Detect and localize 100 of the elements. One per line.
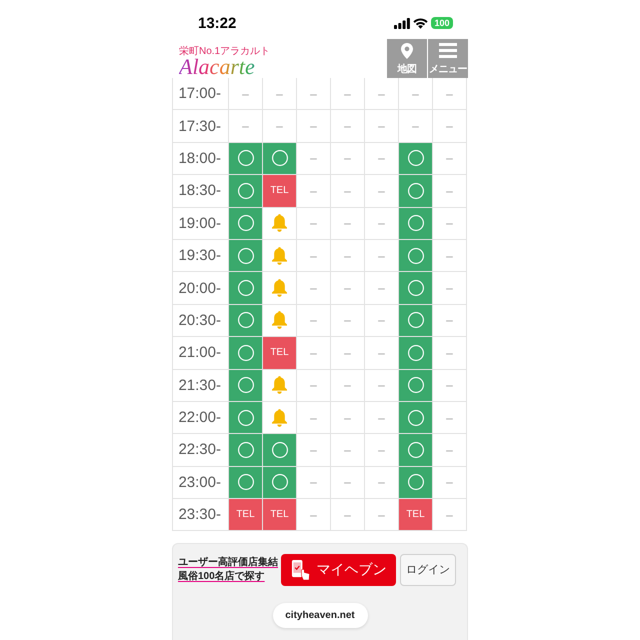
available-slot-cell[interactable] — [229, 272, 263, 305]
available-slot-cell[interactable] — [263, 434, 297, 467]
available-slot-cell[interactable] — [399, 142, 433, 176]
circle-icon — [408, 410, 424, 426]
signal-icon — [394, 18, 410, 28]
empty-slot-cell: – — [297, 434, 331, 467]
empty-slot-cell: – — [365, 370, 399, 402]
empty-slot-cell: – — [331, 272, 365, 305]
available-slot-cell[interactable] — [229, 208, 263, 240]
search-link[interactable]: 風俗100名店で探す — [178, 571, 278, 582]
circle-icon — [408, 377, 424, 394]
tel-slot-cell[interactable]: TEL — [263, 175, 297, 208]
empty-slot-cell: – — [297, 240, 331, 272]
bell-icon[interactable] — [272, 214, 287, 232]
menu-icon — [439, 43, 457, 58]
bell-icon[interactable] — [272, 408, 287, 427]
map-pin-icon — [401, 43, 413, 59]
bell-icon[interactable] — [272, 376, 287, 394]
circle-icon — [272, 442, 288, 458]
bell-icon[interactable] — [272, 311, 287, 330]
tel-slot-cell[interactable]: TEL — [229, 499, 263, 532]
available-slot-cell[interactable] — [229, 304, 263, 338]
login-button[interactable]: ログイン — [400, 554, 456, 586]
empty-slot-cell: – — [297, 110, 331, 143]
empty-slot-cell: – — [433, 240, 467, 272]
circle-icon — [238, 344, 254, 361]
empty-slot-cell: – — [433, 142, 467, 176]
search-link[interactable]: ユーザー高評価店集結 — [178, 557, 278, 568]
empty-slot-cell: – — [331, 240, 365, 272]
circle-icon — [408, 312, 424, 328]
tel-slot-cell[interactable]: TEL — [399, 499, 433, 532]
empty-slot-cell: – — [365, 175, 399, 208]
empty-slot-cell: – — [297, 78, 331, 110]
empty-slot-cell: – — [365, 78, 399, 110]
available-slot-cell[interactable] — [399, 370, 433, 402]
circle-icon — [408, 150, 424, 166]
empty-slot-cell: – — [433, 499, 467, 532]
tel-slot-cell[interactable]: TEL — [263, 337, 297, 370]
empty-slot-cell: – — [365, 434, 399, 467]
available-slot-cell[interactable] — [229, 370, 263, 402]
available-slot-cell[interactable] — [399, 208, 433, 240]
tel-slot-cell[interactable]: TEL — [263, 499, 297, 532]
circle-icon — [238, 377, 254, 394]
empty-slot-cell: – — [297, 466, 331, 500]
empty-slot-cell: – — [297, 402, 331, 434]
domain-pill[interactable]: cityheaven.net — [272, 602, 368, 628]
bell-icon[interactable] — [272, 279, 287, 298]
empty-slot-cell: – — [297, 370, 331, 402]
empty-slot-cell: – — [433, 78, 467, 110]
empty-slot-cell: – — [229, 78, 263, 110]
available-slot-cell[interactable] — [229, 337, 263, 370]
empty-slot-cell: – — [331, 402, 365, 434]
circle-icon — [408, 344, 424, 361]
available-slot-cell[interactable] — [399, 466, 433, 500]
available-slot-cell[interactable] — [399, 402, 433, 434]
circle-icon — [238, 410, 254, 426]
circle-icon — [238, 474, 254, 490]
available-slot-cell[interactable] — [399, 240, 433, 272]
empty-slot-cell: – — [433, 370, 467, 402]
empty-slot-cell: – — [331, 304, 365, 338]
empty-slot-cell: – — [433, 208, 467, 240]
empty-slot-cell: – — [331, 499, 365, 532]
circle-icon — [408, 474, 424, 490]
wifi-icon — [413, 18, 428, 28]
available-slot-cell[interactable] — [399, 434, 433, 467]
available-slot-cell[interactable] — [399, 304, 433, 338]
empty-slot-cell: – — [433, 304, 467, 338]
available-slot-cell[interactable] — [263, 142, 297, 176]
map-button[interactable]: 地図 — [387, 39, 427, 78]
available-slot-cell[interactable] — [229, 434, 263, 467]
myheaven-button[interactable]: マイヘブン — [281, 554, 396, 586]
smartphone-icon — [290, 558, 310, 581]
empty-slot-cell: – — [297, 337, 331, 370]
circle-icon — [238, 215, 254, 232]
available-slot-cell[interactable] — [263, 466, 297, 500]
empty-slot-cell: – — [365, 337, 399, 370]
available-slot-cell[interactable] — [229, 466, 263, 500]
empty-slot-cell: – — [229, 110, 263, 143]
available-slot-cell[interactable] — [399, 175, 433, 208]
empty-slot-cell: – — [433, 337, 467, 370]
available-slot-cell[interactable] — [229, 142, 263, 176]
empty-slot-cell: – — [433, 272, 467, 305]
status-time: 13:22 — [198, 16, 236, 30]
empty-slot-cell: – — [331, 78, 365, 110]
empty-slot-cell: – — [399, 78, 433, 110]
empty-slot-cell: – — [365, 304, 399, 338]
available-slot-cell[interactable] — [229, 175, 263, 208]
bell-icon[interactable] — [272, 246, 287, 265]
available-slot-cell[interactable] — [399, 272, 433, 305]
empty-slot-cell: – — [433, 466, 467, 500]
empty-slot-cell: – — [331, 142, 365, 176]
empty-slot-cell: – — [365, 499, 399, 532]
empty-slot-cell: – — [331, 337, 365, 370]
empty-slot-cell: – — [331, 434, 365, 467]
available-slot-cell[interactable] — [399, 337, 433, 370]
available-slot-cell[interactable] — [229, 402, 263, 434]
available-slot-cell[interactable] — [229, 240, 263, 272]
empty-slot-cell: – — [263, 78, 297, 110]
menu-button[interactable]: メニュー — [428, 39, 468, 78]
empty-slot-cell: – — [297, 304, 331, 338]
